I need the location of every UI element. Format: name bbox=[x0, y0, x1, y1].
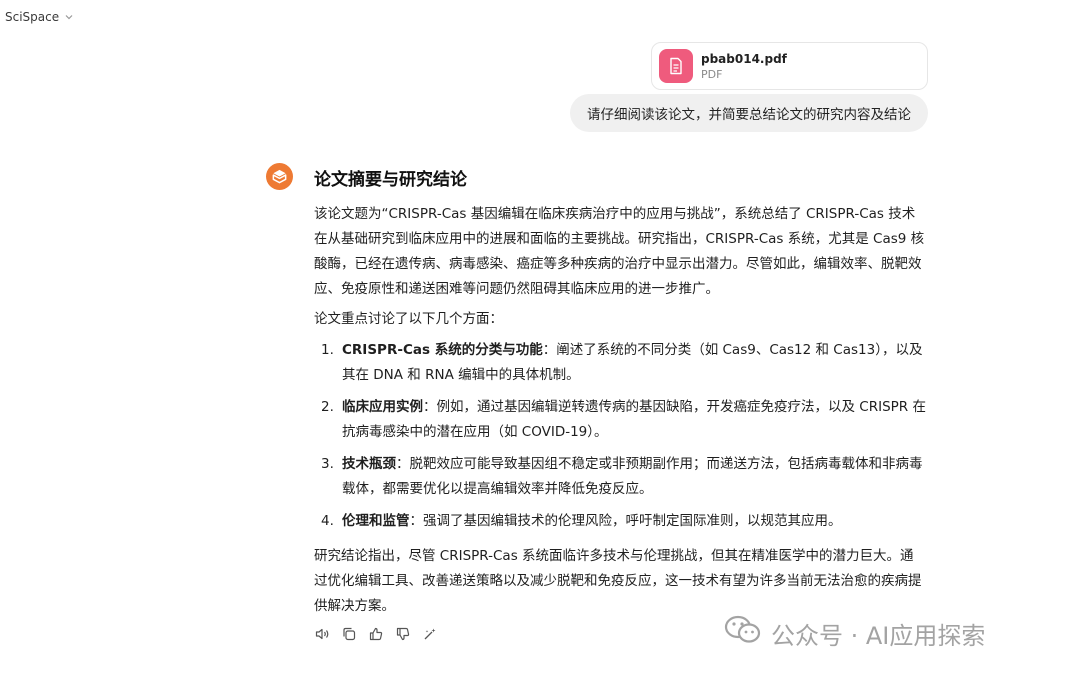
list-item-term: 临床应用实例 bbox=[342, 399, 423, 415]
model-name: SciSpace bbox=[5, 10, 60, 24]
assistant-avatar-icon bbox=[266, 163, 293, 190]
list-item: 4. 伦理和监管：强调了基因编辑技术的伦理风险，呼吁制定国际准则，以规范其应用。 bbox=[314, 509, 926, 534]
user-message-bubble: 请仔细阅读该论文，并简要总结论文的研究内容及结论 bbox=[570, 94, 928, 132]
list-item-term: CRISPR-Cas 系统的分类与功能 bbox=[342, 342, 543, 358]
watermark: 公众号 · AI应用探索 bbox=[723, 614, 985, 652]
list-item-text: ：例如，通过基因编辑逆转遗传病的基因缺陷，开发癌症免疫疗法，以及 CRISPR … bbox=[342, 399, 926, 440]
document-icon bbox=[659, 49, 693, 83]
attachment-card[interactable]: pbab014.pdf PDF bbox=[651, 42, 928, 90]
list-item: 3. 技术瓶颈：脱靶效应可能导致基因组不稳定或非预期副作用；而递送方法，包括病毒… bbox=[314, 452, 926, 502]
list-item-term: 技术瓶颈 bbox=[342, 456, 396, 472]
answer-title: 论文摘要与研究结论 bbox=[314, 170, 467, 190]
speaker-icon[interactable] bbox=[314, 626, 330, 642]
model-selector[interactable]: SciSpace bbox=[5, 10, 74, 24]
thumbs-down-icon[interactable] bbox=[395, 626, 411, 642]
assistant-answer: 论文摘要与研究结论 该论文题为“CRISPR-Cas 基因编辑在临床疾病治疗中的… bbox=[314, 166, 926, 624]
answer-intro: 该论文题为“CRISPR-Cas 基因编辑在临床疾病治疗中的应用与挑战”，系统总… bbox=[314, 206, 925, 297]
edit-wand-icon[interactable] bbox=[422, 626, 438, 642]
chat-app: SciSpace pbab014.pdf PDF 请仔细阅读该论文，并简要总结论… bbox=[0, 0, 1080, 677]
list-item-body: 临床应用实例：例如，通过基因编辑逆转遗传病的基因缺陷，开发癌症免疫疗法，以及 C… bbox=[342, 395, 926, 445]
list-item-number: 1. bbox=[321, 342, 334, 358]
list-item: 2. 临床应用实例：例如，通过基因编辑逆转遗传病的基因缺陷，开发癌症免疫疗法，以… bbox=[314, 395, 926, 445]
list-item-text: ：强调了基因编辑技术的伦理风险，呼吁制定国际准则，以规范其应用。 bbox=[409, 513, 842, 529]
list-item-text: ：脱靶效应可能导致基因组不稳定或非预期副作用；而递送方法，包括病毒载体和非病毒载… bbox=[342, 456, 923, 497]
list-item-body: 伦理和监管：强调了基因编辑技术的伦理风险，呼吁制定国际准则，以规范其应用。 bbox=[342, 509, 926, 534]
list-item-number: 2. bbox=[321, 399, 334, 415]
chevron-down-icon bbox=[64, 12, 74, 25]
attachment-file-type: PDF bbox=[701, 67, 723, 81]
answer-list-lead: 论文重点讨论了以下几个方面： bbox=[314, 311, 503, 327]
list-item: 1. CRISPR-Cas 系统的分类与功能：阐述了系统的不同分类（如 Cas9… bbox=[314, 338, 926, 388]
thumbs-up-icon[interactable] bbox=[368, 626, 384, 642]
answer-points-list: 1. CRISPR-Cas 系统的分类与功能：阐述了系统的不同分类（如 Cas9… bbox=[314, 338, 926, 534]
answer-conclusion: 研究结论指出，尽管 CRISPR-Cas 系统面临许多技术与伦理挑战，但其在精准… bbox=[314, 548, 922, 614]
copy-icon[interactable] bbox=[341, 626, 357, 642]
list-item-body: CRISPR-Cas 系统的分类与功能：阐述了系统的不同分类（如 Cas9、Ca… bbox=[342, 338, 926, 388]
attachment-meta: pbab014.pdf PDF bbox=[701, 52, 787, 81]
message-actions bbox=[314, 626, 438, 642]
list-item-number: 4. bbox=[321, 513, 334, 529]
list-item-body: 技术瓶颈：脱靶效应可能导致基因组不稳定或非预期副作用；而递送方法，包括病毒载体和… bbox=[342, 452, 926, 502]
attachment-file-name: pbab014.pdf bbox=[701, 51, 787, 66]
list-item-number: 3. bbox=[321, 456, 334, 472]
list-item-term: 伦理和监管 bbox=[342, 513, 410, 529]
wechat-icon bbox=[723, 614, 763, 652]
watermark-text: 公众号 · AI应用探索 bbox=[771, 621, 986, 650]
